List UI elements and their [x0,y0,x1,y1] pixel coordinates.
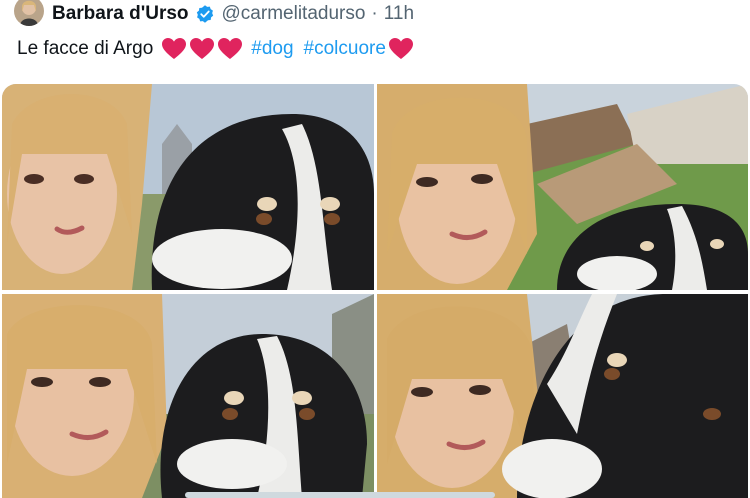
hashtag-link[interactable]: #colcuore [304,38,386,60]
tweet-timestamp[interactable]: 11h [384,3,414,25]
author-handle[interactable]: @carmelitadurso [222,3,366,25]
header-separator: · [371,3,378,24]
author-name[interactable]: Barbara d'Urso [52,3,189,25]
photo-2[interactable] [377,84,748,290]
photo-1[interactable] [2,84,374,290]
heart-icon [217,37,243,61]
tweet-text-plain: Le facce di Argo [17,38,154,59]
verified-badge-icon [195,4,215,24]
hashtag-link[interactable]: #dog [251,38,293,60]
media-grid [2,84,748,498]
heart-icon [388,37,414,61]
tweet-card[interactable]: Barbara d'Urso @carmelitadurso · 11h Le … [0,0,750,498]
photo-4[interactable] [377,294,748,498]
heart-icon [189,37,215,61]
heart-emoji-group [161,37,243,61]
tweet-header: Barbara d'Urso @carmelitadurso · 11h [14,0,414,28]
tweet-text: Le facce di Argo #dog #colcuore [17,34,414,64]
heart-icon [161,37,187,61]
horizontal-scrollbar[interactable] [185,492,495,498]
avatar[interactable] [14,0,44,26]
photo-3[interactable] [2,294,374,498]
